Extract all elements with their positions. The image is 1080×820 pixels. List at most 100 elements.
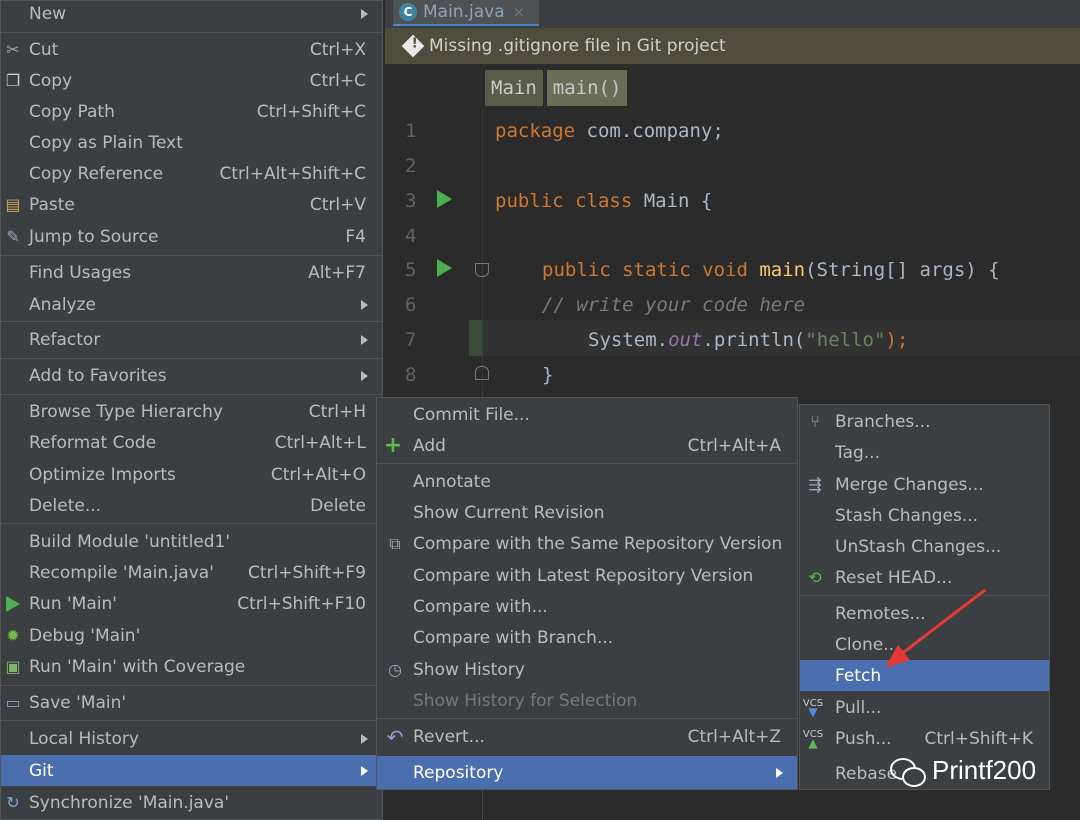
menu-item-copy-plain-text[interactable]: Copy as Plain Text [1,127,382,158]
menu-item-run-main[interactable]: Run 'Main' Ctrl+Shift+F10 [1,588,382,619]
menu-item-compare-with-branch[interactable]: Compare with Branch... [377,622,797,653]
menu-item-copy-path[interactable]: Copy Path Ctrl+Shift+C [1,96,382,127]
menu-item-local-history[interactable]: Local History [1,723,382,754]
menu-label: Analyze [29,294,96,315]
menu-label: Reset HEAD... [835,567,953,588]
menu-item-debug-main[interactable]: ✹ Debug 'Main' [1,620,382,651]
code-line-7: System.out.println("hello"); [588,329,908,351]
menu-item-add-to-favorites[interactable]: Add to Favorites [1,360,382,391]
menu-item-unstash-changes[interactable]: UnStash Changes... [800,531,1049,562]
bug-icon: ✹ [6,626,20,645]
menu-label: Stash Changes... [835,505,979,526]
menu-item-fetch[interactable]: Fetch [800,660,1049,691]
menu-label: Revert... [413,726,485,747]
menu-item-copy[interactable]: ❐ Copy Ctrl+C [1,65,382,96]
menu-item-repository[interactable]: Repository [377,756,797,789]
line-number: 7 [405,329,417,351]
menu-label: Optimize Imports [29,464,176,485]
menu-shortcut: Ctrl+Shift+K [924,728,1033,749]
menu-item-compare-same-repo[interactable]: ⧉ Compare with the Same Repository Versio… [377,528,797,559]
menu-item-browse-type-hierarchy[interactable]: Browse Type Hierarchy Ctrl+H [1,396,382,427]
menu-item-paste[interactable]: ▤ Paste Ctrl+V [1,189,382,220]
git-submenu: Commit File... + Add Ctrl+Alt+A Annotate S… [376,397,798,790]
gitignore-banner: Missing .gitignore file in Git project [385,28,1080,64]
copy-icon: ❐ [5,71,21,90]
menu-item-branches[interactable]: ⑂ Branches... [800,406,1049,437]
merge-icon: ⇶ [808,475,822,494]
menu-item-commit-file[interactable]: Commit File... [377,399,797,430]
run-method-icon[interactable] [437,259,452,277]
menu-shortcut: Ctrl+Alt+A [687,435,781,456]
menu-item-optimize-imports[interactable]: Optimize Imports Ctrl+Alt+O [1,459,382,490]
menu-item-new[interactable]: New [1,0,382,29]
code-line-3: public class Main { [495,190,712,212]
menu-separator [800,595,1049,596]
run-icon [3,594,23,614]
menu-item-push[interactable]: VCS ▲ Push... Ctrl+Shift+K [800,723,1049,754]
menu-label: Merge Changes... [835,474,984,495]
menu-item-show-history[interactable]: ◷ Show History [377,654,797,685]
run-class-icon[interactable] [437,190,452,208]
menu-item-annotate[interactable]: Annotate [377,466,797,497]
code-text: System. [588,329,669,351]
menu-label: Rebase [835,763,898,784]
menu-item-show-current-revision[interactable]: Show Current Revision [377,497,797,528]
menu-item-refactor[interactable]: Refactor [1,324,382,355]
menu-label: Fetch [835,665,882,686]
menu-label: Delete... [29,495,102,516]
menu-item-tag[interactable]: Tag... [800,437,1049,468]
menu-item-reformat-code[interactable]: Reformat Code Ctrl+Alt+L [1,427,382,458]
menu-label: Pull... [835,697,882,718]
tab-main-java[interactable]: C Main.java × [393,0,539,26]
menu-item-copy-reference[interactable]: Copy Reference Ctrl+Alt+Shift+C [1,158,382,189]
menu-item-save-main[interactable]: ▭ Save 'Main' [1,687,382,718]
line-number: 5 [405,259,417,281]
menu-item-merge-changes[interactable]: ⇶ Merge Changes... [800,469,1049,500]
menu-label: Show History for Selection [413,690,638,711]
menu-label: Compare with... [413,596,548,617]
menu-item-analyze[interactable]: Analyze [1,289,382,320]
menu-item-reset-head[interactable]: ⟲ Reset HEAD... [800,562,1049,593]
menu-separator [1,255,382,256]
menu-item-add[interactable]: + Add Ctrl+Alt+A [377,430,797,461]
menu-item-run-with-coverage[interactable]: ▣ Run 'Main' with Coverage [1,651,382,682]
menu-item-git[interactable]: Git [1,755,382,786]
menu-item-clone[interactable]: Clone... [800,629,1049,660]
menu-item-revert[interactable]: ↶ Revert... Ctrl+Alt+Z [377,721,797,752]
menu-item-remotes[interactable]: Remotes... [800,598,1049,629]
menu-separator [1,523,382,524]
menu-label: Cut [29,39,59,60]
menu-label: Compare with Latest Repository Version [413,565,754,586]
menu-item-find-usages[interactable]: Find Usages Alt+F7 [1,257,382,288]
menu-item-stash-changes[interactable]: Stash Changes... [800,500,1049,531]
warning-icon [401,34,425,58]
menu-item-synchronize[interactable]: ↻ Synchronize 'Main.java' [1,787,382,818]
menu-item-recompile[interactable]: Recompile 'Main.java' Ctrl+Shift+F9 [1,557,382,588]
menu-item-compare-with[interactable]: Compare with... [377,591,797,622]
menu-item-build-module[interactable]: Build Module 'untitled1' [1,526,382,557]
menu-label: Branches... [835,411,931,432]
menu-label: Copy Path [29,101,115,122]
menu-item-cut[interactable]: ✂ Cut Ctrl+X [1,34,382,65]
menu-item-compare-latest-repo[interactable]: Compare with Latest Repository Version [377,560,797,591]
menu-item-pull[interactable]: VCS ▼ Pull... [800,692,1049,723]
code-line-5: public static void main(String[] args) { [542,259,1000,281]
sync-icon: ↻ [6,793,20,812]
menu-shortcut: Ctrl+V [309,194,366,215]
menu-item-jump-to-source[interactable]: ✎ Jump to Source F4 [1,221,382,252]
code-comment: // write your code here [542,294,806,316]
fold-icon[interactable] [475,263,489,277]
code-method-name: main [747,259,806,281]
edit-icon: ✎ [6,227,20,246]
code-text: com.company; [575,120,724,142]
breadcrumb-class[interactable]: Main [485,70,543,106]
close-icon[interactable]: × [513,3,526,21]
menu-label: New [29,3,67,24]
menu-item-delete[interactable]: Delete... Delete [1,490,382,521]
menu-label: Commit File... [413,404,530,425]
reset-icon: ⟲ [808,568,822,587]
fold-end-icon[interactable] [475,366,489,380]
menu-shortcut: Ctrl+Alt+Z [687,726,781,747]
wechat-icon [890,756,926,787]
breadcrumb-method[interactable]: main() [546,70,628,106]
